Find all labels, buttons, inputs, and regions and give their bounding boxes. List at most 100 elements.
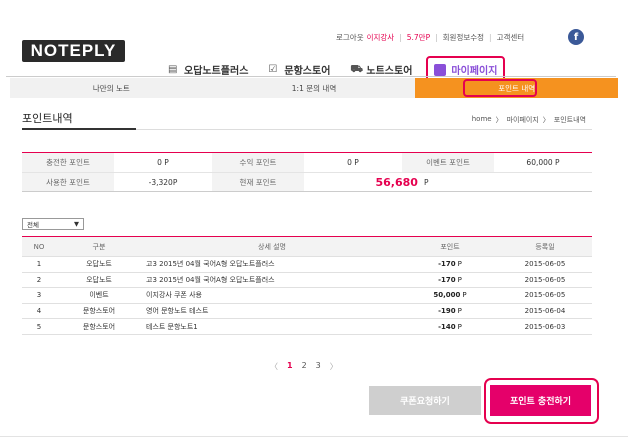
col-header: NO bbox=[33, 242, 45, 251]
header-divider bbox=[6, 76, 616, 77]
point-summary-table: 충전한 포인트 0 P 수익 포인트 0 P 이벤트 포인트 60,000 P … bbox=[22, 152, 592, 192]
breadcrumb: home 〉 마이페이지 〉 포인트내역 bbox=[472, 115, 586, 125]
next-page-icon[interactable]: 〉 bbox=[330, 361, 338, 372]
row-desc: 영어 문항노트 테스트 bbox=[146, 307, 209, 316]
summary-label: 사용한 포인트 bbox=[22, 173, 114, 191]
row-no: 2 bbox=[36, 275, 42, 284]
summary-label: 이벤트 포인트 bbox=[402, 153, 494, 172]
page-title: 포인트내역 bbox=[22, 112, 73, 125]
table-row[interactable]: 5 문항스토어 테스트 문항노트1 -140 P 2015-06-03 bbox=[22, 319, 592, 335]
point-history-table: NO 구분 상세 설명 포인트 등록일 1 오답노트 고3 2015년 04월 … bbox=[22, 236, 592, 335]
pagination: 〈 1 2 3 〉 bbox=[270, 361, 338, 372]
breadcrumb-current: 포인트내역 bbox=[553, 116, 586, 124]
charge-points-button[interactable]: 포인트 충전하기 bbox=[490, 385, 591, 416]
row-type: 오답노트 bbox=[86, 260, 112, 269]
edit-profile-link[interactable]: 회원정보수정 bbox=[443, 32, 484, 43]
filter-value: 전체 bbox=[27, 221, 39, 229]
current-points-value: 56,680 P bbox=[304, 173, 500, 191]
row-type: 이벤트 bbox=[89, 291, 109, 300]
table-row[interactable]: 4 문항스토어 영어 문항노트 테스트 -190 P 2015-06-04 bbox=[22, 304, 592, 320]
points-value: -140 bbox=[438, 322, 456, 331]
support-link[interactable]: 고객센터 bbox=[497, 32, 525, 43]
nav-note-store[interactable]: ⛟ 노트스토어 bbox=[350, 62, 412, 77]
row-date: 2015-06-04 bbox=[524, 307, 566, 316]
row-desc: 고3 2015년 04월 국어A형 오답노트플러스 bbox=[146, 275, 275, 284]
table-row[interactable]: 2 오답노트 고3 2015년 04월 국어A형 오답노트플러스 -170 P 2… bbox=[22, 273, 592, 289]
type-filter-select[interactable]: 전체 ▼ bbox=[22, 218, 84, 230]
logout-link[interactable]: 로그아웃 bbox=[336, 32, 364, 43]
row-points: 50,000 P bbox=[402, 291, 498, 299]
page-3[interactable]: 3 bbox=[316, 361, 321, 372]
nav-question-store[interactable]: ☑ 문항스토어 bbox=[268, 62, 330, 77]
summary-label: 현재 포인트 bbox=[212, 173, 304, 191]
separator: | bbox=[435, 33, 438, 42]
summary-label: 수익 포인트 bbox=[212, 153, 304, 172]
summary-value: -3,320P bbox=[148, 177, 178, 187]
title-underline bbox=[22, 128, 136, 130]
username: 이지강사 bbox=[366, 33, 395, 42]
row-desc: 고3 2015년 04월 국어A형 오답노트플러스 bbox=[146, 260, 275, 269]
chevron-right-icon: 〉 bbox=[495, 116, 503, 124]
col-header: 구분 bbox=[92, 242, 106, 251]
row-points: -170 P bbox=[402, 260, 498, 268]
mypage-icon bbox=[434, 63, 447, 76]
table-row[interactable]: 3 이벤트 이지강사 쿠폰 사용 50,000 P 2015-06-05 bbox=[22, 288, 592, 304]
col-header: 등록일 bbox=[535, 242, 555, 251]
cart-icon: ⛟ bbox=[350, 63, 363, 75]
breadcrumb-mypage[interactable]: 마이페이지 bbox=[507, 115, 539, 125]
points-unit: P bbox=[457, 322, 462, 331]
trash-icon: ▤ bbox=[168, 63, 178, 75]
points-value: -170 bbox=[438, 275, 456, 284]
row-date: 2015-06-05 bbox=[524, 260, 566, 269]
row-no: 5 bbox=[36, 322, 42, 331]
current-points-number: 56,680 bbox=[375, 175, 418, 189]
current-points-unit: P bbox=[423, 177, 429, 187]
row-type: 문항스토어 bbox=[82, 322, 116, 331]
points-unit: P bbox=[457, 260, 462, 269]
summary-row: 사용한 포인트 -3,320P 현재 포인트 56,680 P bbox=[22, 172, 592, 191]
page-1[interactable]: 1 bbox=[287, 361, 293, 372]
table-header: NO 구분 상세 설명 포인트 등록일 bbox=[22, 237, 592, 257]
noteply-logo[interactable]: NOTEPLY bbox=[22, 40, 125, 62]
chevron-right-icon: 〉 bbox=[542, 116, 550, 124]
col-header: 포인트 bbox=[440, 242, 460, 251]
summary-empty bbox=[500, 173, 592, 191]
points-value: 50,000 bbox=[433, 291, 461, 300]
tab-inquiries[interactable]: 1:1 문의 내역 bbox=[213, 78, 416, 98]
row-points: -140 P bbox=[402, 323, 498, 331]
summary-value: 60,000 P bbox=[526, 158, 560, 167]
table-row[interactable]: 1 오답노트 고3 2015년 04월 국어A형 오답노트플러스 -170 P 2… bbox=[22, 257, 592, 273]
highlight-ring bbox=[463, 79, 538, 97]
summary-value: 0 P bbox=[347, 158, 359, 167]
nav-wrong-answer-note[interactable]: ▤ 오답노트플러스 bbox=[168, 62, 248, 77]
summary-label: 충전한 포인트 bbox=[22, 153, 114, 172]
prev-page-icon[interactable]: 〈 bbox=[270, 361, 278, 372]
nav-label: 문항스토어 bbox=[284, 66, 331, 77]
separator: | bbox=[399, 33, 402, 42]
row-no: 3 bbox=[36, 291, 42, 300]
col-header: 상세 설명 bbox=[258, 242, 286, 251]
tab-point-history[interactable]: 포인트 내역 bbox=[415, 78, 619, 98]
footer-divider bbox=[0, 436, 628, 437]
nav-label: 노트스토어 bbox=[366, 66, 413, 77]
request-coupon-button[interactable]: 쿠폰요청하기 bbox=[369, 386, 481, 415]
row-type: 문항스토어 bbox=[82, 307, 116, 316]
breadcrumb-home[interactable]: home bbox=[472, 115, 492, 125]
row-points: -170 P bbox=[402, 276, 498, 284]
row-points: -190 P bbox=[402, 307, 498, 315]
title-rule bbox=[136, 129, 592, 130]
row-no: 4 bbox=[36, 307, 42, 316]
nav-label: 오답노트플러스 bbox=[184, 66, 249, 77]
points-badge: 5.7만P bbox=[406, 33, 431, 42]
summary-row: 충전한 포인트 0 P 수익 포인트 0 P 이벤트 포인트 60,000 P bbox=[22, 153, 592, 172]
tab-my-notes[interactable]: 나만의 노트 bbox=[10, 78, 213, 98]
row-date: 2015-06-05 bbox=[524, 291, 566, 300]
page-2[interactable]: 2 bbox=[302, 361, 307, 372]
points-unit: P bbox=[457, 275, 462, 284]
facebook-icon[interactable]: f bbox=[568, 29, 584, 45]
row-date: 2015-06-03 bbox=[524, 322, 566, 331]
points-unit: P bbox=[457, 307, 462, 316]
row-no: 1 bbox=[36, 260, 42, 269]
mypage-subtabs: 나만의 노트 1:1 문의 내역 포인트 내역 bbox=[10, 78, 619, 98]
nav-label: 마이페이지 bbox=[451, 66, 498, 77]
